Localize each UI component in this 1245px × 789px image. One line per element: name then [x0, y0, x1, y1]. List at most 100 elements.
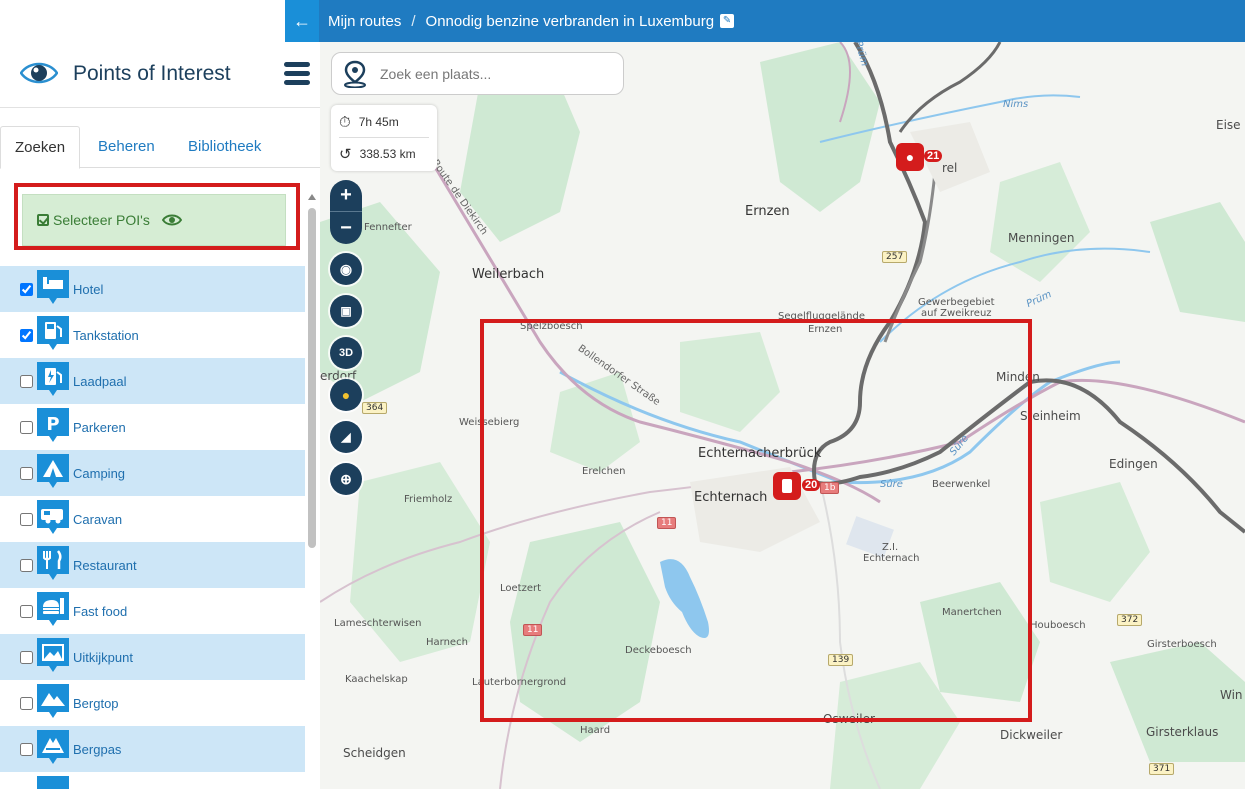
poi-label: Fast food — [73, 603, 128, 619]
poi-item-hotel[interactable]: Hotel — [0, 266, 305, 312]
river-label: Nims — [1003, 99, 1029, 110]
poi-list: Hotel Tankstation Laadpaal P Parkeren Ca… — [0, 266, 305, 789]
duration-value: 7h 45m — [358, 115, 399, 129]
fuel-icon — [37, 316, 69, 350]
tab-zoeken[interactable]: Zoeken — [0, 126, 81, 169]
poi-checkbox[interactable] — [20, 650, 33, 664]
3d-button[interactable]: 3D — [330, 337, 362, 369]
road-shield: 257 — [882, 251, 908, 263]
scroll-up-icon[interactable] — [308, 194, 316, 200]
caravan-icon — [37, 500, 69, 534]
locate-me-button[interactable]: ⊕ — [330, 463, 362, 495]
tab-beheren[interactable]: Beheren — [84, 126, 169, 168]
road-shield: 371 — [1149, 763, 1175, 775]
map-view[interactable]: Ernzen Menningen Weilerbach Fennefter Sp… — [320, 42, 1245, 789]
poi-item-restaurant[interactable]: Restaurant — [0, 542, 305, 588]
zoom-out-button[interactable]: − — [330, 212, 362, 244]
viewpoint-icon — [37, 638, 69, 672]
poi-label: Parkeren — [73, 419, 126, 435]
scroll-thumb[interactable] — [308, 208, 316, 548]
fastfood-marker[interactable]: ● — [896, 143, 924, 171]
poi-item-tankstation[interactable]: Tankstation — [0, 312, 305, 358]
search-input[interactable] — [380, 65, 600, 82]
top-bar-left-blank — [0, 0, 285, 42]
poi-checkbox[interactable] — [20, 374, 33, 388]
poi-item-bergpas[interactable]: Bergpas — [0, 726, 305, 772]
place-search[interactable] — [331, 52, 624, 95]
menu-icon[interactable] — [284, 62, 310, 86]
poi-checkbox[interactable] — [20, 420, 33, 434]
poi-label: Caravan — [73, 511, 123, 527]
eye-icon — [20, 62, 58, 84]
street-view-button[interactable]: ● — [330, 379, 362, 411]
poi-item-caravan[interactable]: Caravan — [0, 496, 305, 542]
place-label: auf Zweikreuz — [921, 308, 992, 319]
back-button[interactable]: ← — [285, 0, 319, 42]
highlight-frame — [14, 183, 300, 250]
svg-text:P: P — [46, 414, 59, 435]
sidebar-header: Points of Interest — [0, 42, 320, 108]
tab-bibliotheek[interactable]: Bibliotheek — [174, 126, 275, 168]
poi-checkbox[interactable] — [20, 512, 33, 526]
poi-checkbox[interactable] — [20, 604, 33, 618]
breadcrumb-root[interactable]: Mijn routes — [328, 13, 401, 30]
poi-item-camping[interactable]: Camping — [0, 450, 305, 496]
mountain-icon — [37, 684, 69, 718]
poi-label: Camping — [73, 465, 126, 481]
breadcrumb-current: Onnodig benzine verbranden in Luxemburg — [425, 12, 715, 30]
zoom-in-button[interactable]: + — [330, 180, 362, 212]
poi-item-partial — [0, 772, 305, 789]
poi-checkbox[interactable] — [20, 328, 33, 342]
location-pin-button[interactable]: ◉ — [330, 253, 362, 285]
poi-item-uitkijkpunt[interactable]: Uitkijkpunt — [0, 634, 305, 680]
place-label: Girsterboesch — [1147, 639, 1217, 650]
poi-label: Bergtop — [73, 695, 119, 711]
poi-checkbox[interactable] — [20, 696, 33, 710]
pencil-icon[interactable]: ✎ — [720, 14, 735, 28]
poi-checkbox[interactable] — [20, 742, 33, 756]
hotel-icon — [37, 270, 69, 304]
unlock-icon: ▣ — [340, 304, 352, 318]
poi-item-parkeren[interactable]: P Parkeren — [0, 404, 305, 450]
chart-icon: ◢ — [341, 430, 351, 444]
place-label: Fennefter — [364, 222, 412, 233]
pass-icon — [37, 730, 69, 764]
place-label: Win — [1220, 688, 1243, 702]
fastfood-icon — [37, 592, 69, 626]
poi-label: Tankstation — [73, 327, 139, 343]
parking-icon: P — [37, 408, 69, 442]
place-label: Girsterklaus — [1146, 725, 1219, 739]
waypoint-21[interactable]: 21 — [924, 150, 943, 162]
place-label: Scheidgen — [343, 746, 406, 760]
poi-label: Hotel — [73, 281, 104, 297]
place-label: Friemholz — [404, 494, 453, 505]
breadcrumb: Mijn routes / Onnodig benzine verbranden… — [328, 0, 735, 42]
lock-button[interactable]: ▣ — [330, 295, 362, 327]
crosshair-icon: ⊕ — [340, 470, 352, 487]
poi-checkbox[interactable] — [20, 466, 33, 480]
poi-item-bergtop[interactable]: Bergtop — [0, 680, 305, 726]
place-label: Harnech — [426, 637, 468, 648]
place-label: Kaachelskap — [345, 674, 408, 685]
zoom-control: + − — [330, 180, 362, 244]
poi-checkbox[interactable] — [20, 558, 33, 572]
poi-item-fastfood[interactable]: Fast food — [0, 588, 305, 634]
poi-label: Restaurant — [73, 557, 137, 573]
distance-value: 338.53 km — [359, 147, 416, 161]
top-bar: ← Mijn routes / Onnodig benzine verbrand… — [0, 0, 1245, 42]
location-pin-icon: ◉ — [339, 260, 353, 277]
sidebar: Points of Interest Zoeken Beheren Biblio… — [0, 42, 320, 789]
place-label: Houboesch — [1030, 620, 1086, 631]
poi-icon — [37, 776, 69, 789]
elevation-button[interactable]: ◢ — [330, 421, 362, 453]
poi-item-laadpaal[interactable]: Laadpaal — [0, 358, 305, 404]
restaurant-icon — [37, 546, 69, 580]
sidebar-scrollbar[interactable] — [307, 194, 317, 789]
distance-row: ↺ 338.53 km — [339, 139, 416, 169]
duration-row: ⏱ 7h 45m — [339, 107, 399, 137]
tab-bar: Zoeken Beheren Bibliotheek — [0, 126, 320, 169]
poi-checkbox[interactable] — [20, 282, 33, 296]
stopwatch-icon: ⏱ — [339, 113, 351, 131]
pegman-icon: ● — [341, 387, 351, 403]
highlight-frame — [480, 319, 1032, 722]
